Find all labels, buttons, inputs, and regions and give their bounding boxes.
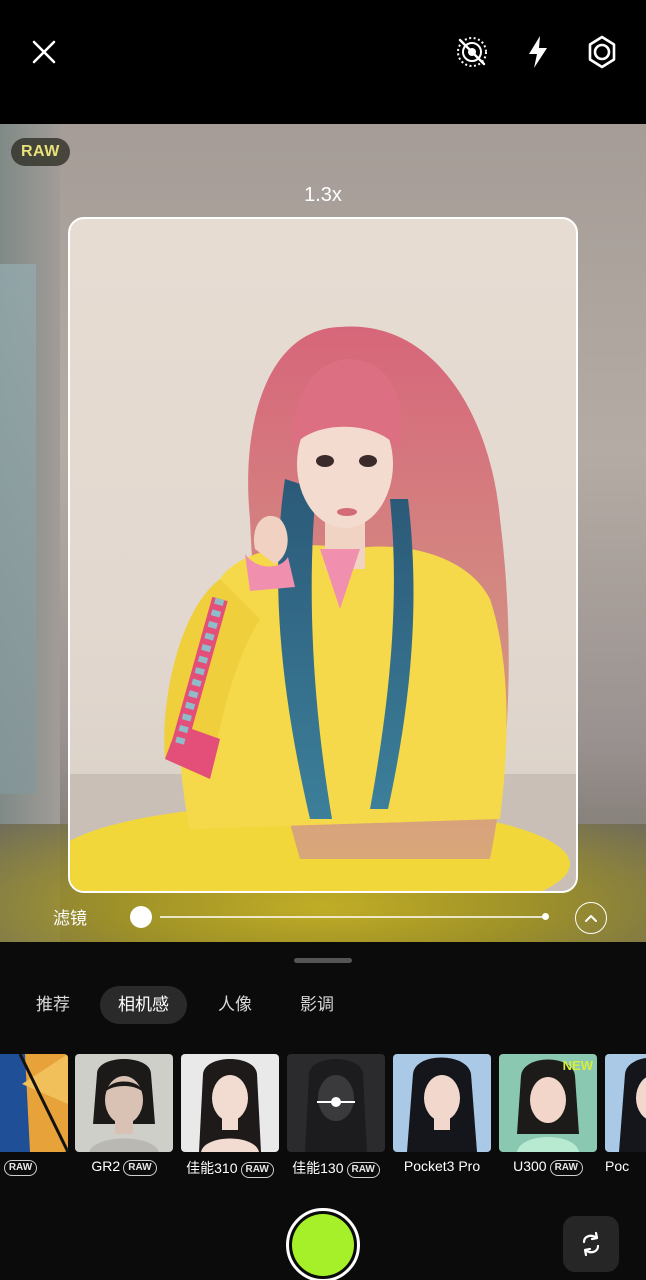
preset-thumbnail: NEW [499, 1054, 597, 1152]
preset-name: Pocket3 Pro [403, 1158, 481, 1174]
preset-thumbnail [393, 1054, 491, 1152]
settings-button[interactable] [578, 28, 626, 76]
preset-thumbnail [605, 1054, 646, 1152]
focus-frame [68, 217, 578, 893]
filter-slider-end [542, 913, 549, 920]
preset-name: U300 [513, 1158, 547, 1174]
raw-tag: RAW [346, 1162, 380, 1178]
close-button[interactable] [20, 28, 68, 76]
preset-thumbnail [287, 1054, 385, 1152]
preset-name: 佳能310 [186, 1160, 238, 1176]
live-photo-toggle[interactable] [448, 28, 496, 76]
flash-button[interactable] [514, 28, 562, 76]
zoom-level[interactable]: 1.3x [0, 184, 646, 207]
top-bar [0, 0, 646, 124]
preset-thumbnail [0, 1054, 68, 1152]
filter-intensity-row: 滤镜 [0, 894, 646, 940]
raw-tag: RAW [240, 1162, 274, 1178]
raw-badge[interactable]: RAW [11, 138, 70, 166]
live-photo-off-icon [457, 37, 487, 67]
flash-icon [529, 36, 547, 68]
shutter-button-inner [292, 1214, 354, 1276]
shutter-button[interactable] [286, 1208, 360, 1280]
new-badge: NEW [562, 1058, 593, 1073]
raw-tag: RAW [123, 1160, 157, 1176]
chevron-up-icon [585, 915, 597, 922]
preset-thumbnail [75, 1054, 173, 1152]
filter-presets-list: RAW GR2 RAW 佳能310 RAW 佳能130 RAW Pocket3 … [0, 1054, 646, 1184]
filter-label: 滤镜 [53, 909, 87, 928]
preset-thumbnail [181, 1054, 279, 1152]
filter-slider-track[interactable] [160, 916, 546, 918]
preset-name: Poc [605, 1158, 630, 1174]
bottom-panel: 推荐 相机感 人像 影调 RAW GR2 RAW 佳能310 RAW 佳能130… [0, 942, 646, 1280]
settings-icon [588, 35, 616, 69]
raw-tag: RAW [3, 1160, 38, 1176]
drag-handle[interactable] [294, 958, 352, 963]
background-window [0, 264, 36, 794]
tab-portrait[interactable]: 人像 [218, 986, 252, 1024]
raw-tag: RAW [549, 1160, 583, 1176]
camera-viewfinder[interactable]: RAW 1.3x 滤镜 [0, 124, 646, 942]
preset-name: 佳能130 [292, 1160, 344, 1176]
tab-camera-feel[interactable]: 相机感 [100, 986, 187, 1024]
filter-category-tabs: 推荐 相机感 人像 影调 [0, 986, 646, 1026]
tab-tone[interactable]: 影调 [300, 986, 334, 1024]
filter-slider-knob[interactable] [130, 906, 152, 928]
tab-recommended[interactable]: 推荐 [36, 986, 70, 1024]
close-icon [32, 40, 56, 64]
switch-camera-icon [582, 1231, 600, 1257]
switch-camera-button[interactable] [563, 1216, 619, 1272]
expand-filters-button[interactable] [575, 902, 607, 934]
preset-name: GR2 [91, 1158, 121, 1174]
subject-photo [70, 326, 576, 891]
